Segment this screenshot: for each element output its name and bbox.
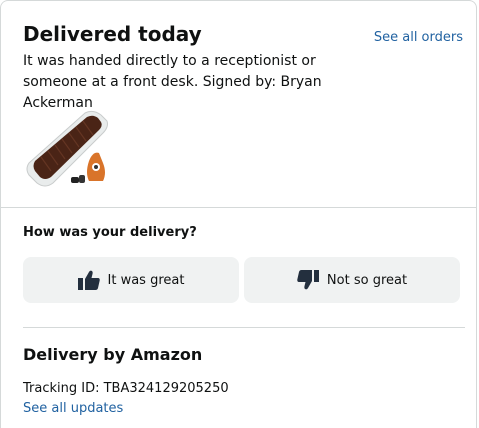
delivery-by-heading: Delivery by Amazon [23,345,203,364]
thumbs-down-icon [297,270,319,290]
air-mattress-with-pump-icon [26,110,108,187]
it-was-great-label: It was great [107,272,185,288]
thumbs-up-icon [77,270,100,290]
not-so-great-button[interactable]: Not so great [244,257,460,303]
section-divider [23,327,465,328]
delivery-card: Delivered today See all orders It was ha… [0,0,477,428]
not-so-great-label: Not so great [326,272,408,288]
it-was-great-button[interactable]: It was great [23,257,239,303]
delivery-description: It was handed directly to a receptionist… [23,53,322,111]
tracking-id: Tracking ID: TBA324129205250 [23,381,229,396]
delivery-status-section: Delivered today See all orders It was ha… [1,1,476,187]
feedback-question: How was your delivery? [23,225,197,240]
see-all-updates-link[interactable]: See all updates [23,401,123,416]
section-divider [1,207,476,208]
see-all-orders-link[interactable]: See all orders [374,30,463,45]
product-image[interactable] [23,107,113,189]
